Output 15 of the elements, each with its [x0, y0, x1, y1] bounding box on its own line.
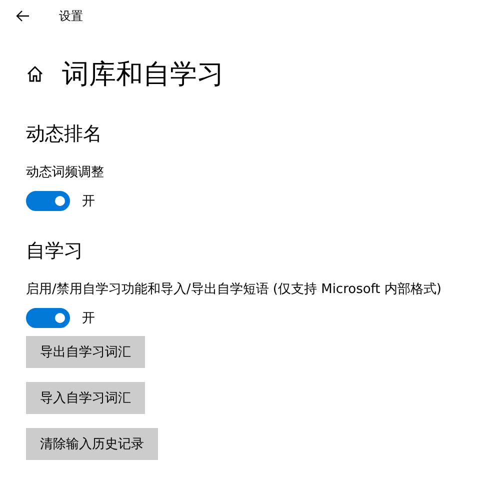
action-button[interactable]: 导出自学习词汇 [26, 336, 145, 368]
action-button[interactable]: 导入自学习词汇 [26, 382, 145, 414]
toggle-switch[interactable] [26, 191, 70, 211]
toggle-state-label: 开 [82, 310, 95, 327]
toggle-switch[interactable] [26, 308, 70, 328]
home-icon[interactable] [26, 65, 44, 83]
page-title: 词库和自学习 [62, 60, 224, 88]
section-title: 自学习 [26, 239, 84, 263]
setting-label: 启用/禁用自学习功能和导入/导出自学短语 (仅支持 Microsoft 内部格式) [26, 281, 442, 298]
toggle-state-label: 开 [82, 193, 95, 210]
window-title: 设置 [59, 8, 83, 24]
back-button[interactable] [14, 8, 32, 24]
action-button[interactable]: 清除输入历史记录 [26, 428, 158, 460]
section-title: 动态排名 [26, 122, 103, 146]
setting-label: 动态词频调整 [26, 164, 105, 181]
